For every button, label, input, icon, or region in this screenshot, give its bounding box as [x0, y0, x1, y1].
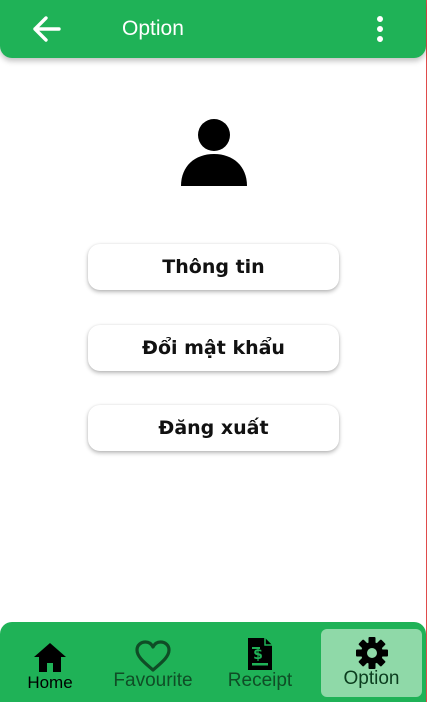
bottom-navigation: Home Favourite $ Receipt Option: [0, 622, 426, 702]
heart-icon: [135, 640, 171, 672]
more-options-button[interactable]: [366, 12, 394, 46]
gear-icon: [355, 637, 388, 669]
person-icon: [181, 119, 247, 186]
more-vertical-icon: [377, 16, 383, 22]
app-bar: Option: [0, 0, 426, 58]
receipt-icon: $: [248, 638, 272, 670]
nav-label-receipt: Receipt: [227, 670, 293, 691]
nav-label-favourite: Favourite: [113, 670, 193, 691]
page-title: Option: [122, 17, 184, 40]
home-icon: [34, 643, 66, 672]
nav-item-option[interactable]: Option: [321, 629, 422, 697]
nav-item-receipt[interactable]: $ Receipt: [218, 622, 302, 702]
back-button[interactable]: [26, 12, 66, 46]
arrow-left-icon: [33, 16, 61, 42]
nav-item-home[interactable]: Home: [16, 622, 84, 702]
nav-item-favourite[interactable]: Favourite: [104, 622, 202, 702]
profile-info-button[interactable]: Thông tin: [88, 244, 339, 290]
change-password-button[interactable]: Đổi mật khẩu: [88, 325, 339, 371]
logout-button[interactable]: Đăng xuất: [88, 405, 339, 451]
nav-label-option: Option: [343, 668, 400, 689]
nav-label-home: Home: [27, 673, 73, 692]
more-vertical-icon-dot: [377, 36, 383, 42]
more-vertical-icon-dot: [377, 26, 383, 32]
svg-text:$: $: [253, 647, 263, 663]
